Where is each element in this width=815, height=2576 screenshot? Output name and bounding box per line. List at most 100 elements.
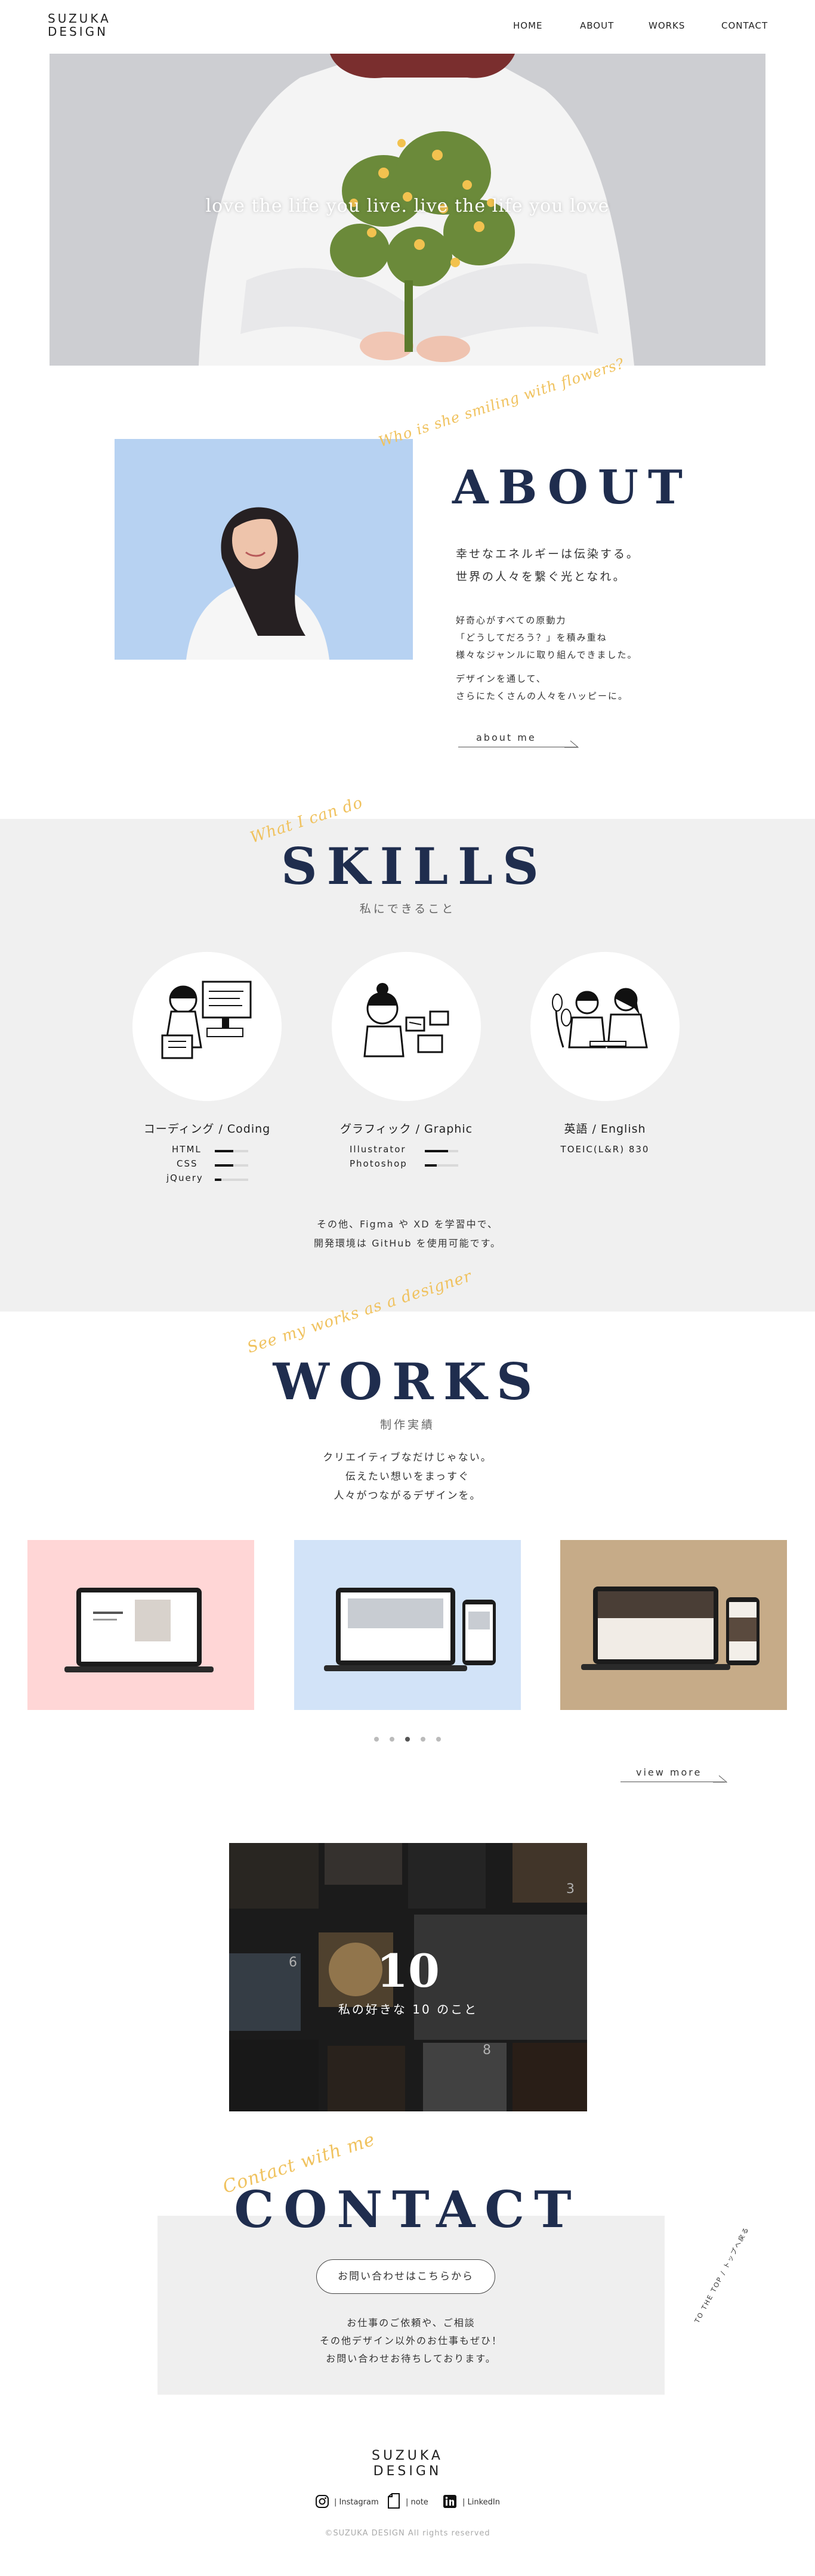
about-script: Who is she smiling with flowers? [376, 355, 627, 450]
note-icon[interactable] [387, 2493, 400, 2509]
laptop-phone-mockup-icon [324, 1588, 496, 1671]
arrow-icon [564, 740, 579, 748]
hero-tagline: love the life you live. live the life yo… [205, 196, 610, 217]
about-portrait [115, 439, 413, 660]
contact-text-line: お問い合わせお待ちしております。 [326, 2353, 496, 2364]
skill-graphic-title: グラフィック / Graphic [339, 1122, 473, 1136]
laptop-mockup-icon [64, 1588, 214, 1672]
about-body-2: デザインを通して、 さらにたくさんの人々をハッピーに。 [456, 670, 628, 705]
to-top-link[interactable]: TO THE TOP / トップへ戻る [692, 2225, 751, 2325]
skill-illustrator-label: Illustrator [350, 1144, 406, 1155]
about-me-label: about me [476, 732, 536, 743]
carousel-dot[interactable] [421, 1737, 425, 1742]
skill-css-label: CSS [177, 1158, 198, 1169]
about-lead-line: 世界の人々を繋ぐ光となれ。 [456, 570, 626, 583]
works-subheading: 制作実績 [379, 1418, 435, 1431]
skills-subheading: 私にできること [359, 902, 456, 916]
nav-contact[interactable]: CONTACT [721, 20, 768, 31]
about-body-line: さらにたくさんの人々をハッピーに。 [456, 691, 629, 701]
about-body-1: 好奇心がすべての原動力 「どうしてだろう？」を積み重ね 様々なジャンルに取り組ん… [456, 612, 638, 664]
copyright: ©SUZUKA DESIGN All rights reserved [325, 2529, 490, 2538]
about-photo [115, 439, 413, 660]
skills-footnote-line: 開発環境は GitHub を使用可能です。 [313, 1238, 502, 1249]
linkedin-icon[interactable] [443, 2494, 457, 2509]
skill-css-bar [215, 1164, 248, 1167]
nav-home[interactable]: HOME [513, 20, 543, 31]
contact-button[interactable]: お問い合わせはこちらから [316, 2259, 495, 2294]
contact-button-label: お問い合わせはこちらから [338, 2271, 474, 2283]
skill-html-label: HTML [172, 1144, 202, 1155]
linkedin-label: LinkedIn [467, 2498, 500, 2507]
nav-about[interactable]: ABOUT [580, 20, 614, 31]
about-body-line: 「どうしてだろう？」を積み重ね [456, 632, 607, 643]
logo-line-2: DESIGN [48, 24, 109, 39]
contact-text: お仕事のご依頼や、ご相談 その他デザイン以外のお仕事もぜひ！ お問い合わせお待ち… [158, 2314, 665, 2368]
footer-logo[interactable]: SUZUKA DESIGN [348, 2448, 467, 2479]
skill-jquery-bar [215, 1179, 248, 1181]
carousel-dot-active[interactable] [405, 1737, 410, 1742]
contact-text-line: お仕事のご依頼や、ご相談 [347, 2317, 476, 2328]
works-heading: WORKS [273, 1352, 542, 1411]
contact-box: お問い合わせはこちらから お仕事のご依頼や、ご相談 その他デザイン以外のお仕事も… [158, 2216, 665, 2395]
works-lead-line: クリエイティブなだけじゃない。 [323, 1452, 492, 1464]
contact-heading: CONTACT [234, 2180, 581, 2239]
coding-illustration-icon [161, 981, 252, 1059]
footer-logo-line: DESIGN [373, 2464, 442, 2479]
skill-toeic-note: TOEIC(L&R) 830 [560, 1144, 650, 1155]
note-label: note [410, 2498, 428, 2507]
view-more-label: view more [636, 1767, 702, 1778]
footer-instagram-link[interactable]: | Instagram [334, 2498, 379, 2507]
work-card-3[interactable] [560, 1540, 787, 1710]
footer-note-link[interactable]: | note [406, 2498, 428, 2507]
skill-photoshop-bar [425, 1164, 458, 1167]
instagram-label: Instagram [339, 2498, 379, 2507]
skill-jquery-fill [215, 1179, 222, 1181]
english-illustration-icon [552, 988, 648, 1049]
tile-number: 3 [566, 1882, 575, 1897]
laptop-phone-mockup-icon [581, 1587, 760, 1670]
skill-coding-title: コーディング / Coding [143, 1122, 271, 1136]
about-heading: ABOUT [452, 460, 692, 515]
carousel-dot[interactable] [374, 1737, 379, 1742]
skill-html-bar [215, 1150, 248, 1152]
skill-illustrator-fill [425, 1150, 449, 1152]
skill-html-fill [215, 1150, 233, 1152]
arrow-icon [713, 1775, 727, 1783]
footer-linkedin-link[interactable]: | LinkedIn [462, 2498, 500, 2507]
ten-caption: 私の好きな 10 のこと [338, 2002, 478, 2017]
carousel-dot[interactable] [436, 1737, 441, 1742]
works-lead-line: 人々がつながるデザインを。 [334, 1490, 481, 1502]
about-body-line: 好奇心がすべての原動力 [456, 615, 567, 626]
ten-things-banner[interactable]: 3 6 8 10 私の好きな 10 のこと [229, 1843, 587, 2111]
skill-coding-illustration [132, 952, 282, 1101]
tile-number: 8 [483, 2043, 491, 2058]
skill-css-fill [215, 1164, 233, 1167]
graphic-illustration-icon [363, 983, 449, 1057]
works-lead: クリエイティブなだけじゃない。 伝えたい想いをまっすぐ 人々がつながるデザインを… [0, 1448, 815, 1505]
about-lead: 幸せなエネルギーは伝染する。 世界の人々を繋ぐ光となれ。 [456, 543, 640, 588]
ten-number: 10 [376, 1944, 440, 1997]
skill-illustrator-bar [425, 1150, 458, 1152]
instagram-icon[interactable] [315, 2494, 329, 2509]
skill-jquery-label: jQuery [166, 1173, 203, 1183]
logo-line-1: SUZUKA [48, 11, 111, 26]
site-logo[interactable]: SUZUKA DESIGN [48, 12, 111, 38]
work-card-1[interactable] [27, 1540, 254, 1710]
contact-text-line: その他デザイン以外のお仕事もぜひ！ [319, 2335, 502, 2346]
works-lead-line: 伝えたい想いをまっすぐ [345, 1471, 470, 1483]
carousel-dot[interactable] [390, 1737, 394, 1742]
skill-english-title: 英語 / English [564, 1122, 646, 1136]
about-me-link[interactable]: about me [458, 732, 578, 747]
nav-works[interactable]: WORKS [649, 20, 685, 31]
work-card-2[interactable] [294, 1540, 521, 1710]
hero-image: love the life you live. live the life yo… [50, 54, 765, 366]
view-more-link[interactable]: view more [620, 1767, 725, 1782]
skills-heading: SKILLS [281, 837, 548, 896]
skill-english-illustration [530, 952, 680, 1101]
footer-logo-line: SUZUKA [372, 2448, 443, 2463]
skill-photoshop-fill [425, 1164, 437, 1167]
skills-footnote: その他、Figma や XD を学習中で、 開発環境は GitHub を使用可能… [0, 1215, 815, 1253]
about-body-line: 様々なジャンルに取り組んできました。 [456, 650, 638, 660]
skills-footnote-line: その他、Figma や XD を学習中で、 [317, 1219, 498, 1230]
skill-photoshop-label: Photoshop [350, 1158, 407, 1169]
